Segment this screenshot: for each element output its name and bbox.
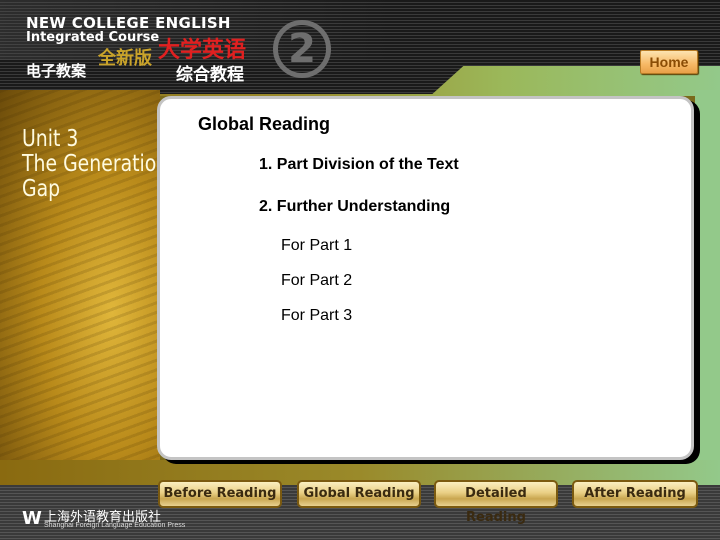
link-part-division[interactable]: 1. Part Division of the Text <box>259 156 459 174</box>
link-for-part-3[interactable]: For Part 3 <box>281 307 352 325</box>
brand-subtitle-en: Integrated Course <box>26 30 160 45</box>
nav-before-reading-button[interactable]: Before Reading <box>158 480 282 508</box>
nav-global-reading-button[interactable]: Global Reading <box>297 480 421 508</box>
nav-after-reading-button[interactable]: After Reading <box>572 480 698 508</box>
link-for-part-2[interactable]: For Part 2 <box>281 272 352 290</box>
brand-subtitle-cn: 综合教程 <box>176 65 244 84</box>
publisher-logo-icon: W <box>22 508 42 529</box>
unit-number: Unit 3 <box>22 126 79 152</box>
link-further-understanding[interactable]: 2. Further Understanding <box>259 198 450 216</box>
edition-label-cn: 全新版 <box>98 48 152 68</box>
link-for-part-1[interactable]: For Part 1 <box>281 237 352 255</box>
unit-title-line1: The Generation <box>22 151 169 177</box>
content-panel <box>157 96 694 460</box>
section-title: Global Reading <box>198 114 331 134</box>
home-button[interactable]: Home <box>640 50 698 74</box>
nav-detailed-reading-button[interactable]: Detailed Reading <box>434 480 558 525</box>
publisher-name-en: Shanghai Foreign Language Education Pres… <box>44 522 186 529</box>
unit-title-line2: Gap <box>22 176 61 202</box>
courseware-label-cn: 电子教案 <box>26 63 87 80</box>
volume-number-icon: 2 <box>273 20 331 78</box>
unit-title: Unit 3 The Generation Gap <box>22 127 168 202</box>
